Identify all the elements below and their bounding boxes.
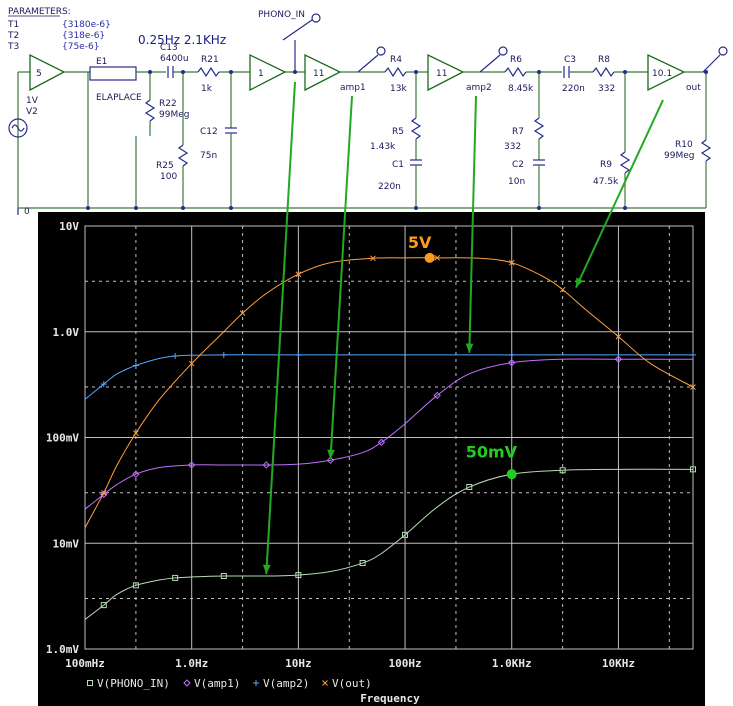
comp-name: R10 [675,140,693,150]
net-label: PHONO_IN [258,10,305,20]
comp-name: C2 [512,160,524,170]
param-value: {75e-6} [62,42,99,52]
y-tick-label: 10V [59,220,79,233]
gain-label: 1 [258,69,264,79]
probe-icon [311,13,321,23]
legend-entry: V(out) [332,677,372,690]
comp-name: R8 [598,55,610,65]
comp-value: 100 [160,172,177,182]
comp-value: 99Meg [159,110,189,120]
y-tick-label: 1.0mV [46,643,79,656]
comp-name: R22 [159,99,177,109]
comp-name: R4 [390,55,402,65]
laplace-name: E1 [96,57,107,67]
param-name: T1 [7,20,19,30]
param-value: {3180e-6} [62,20,111,30]
gain-label: 11 [313,69,324,79]
comp-value: 6400u [160,54,189,64]
comp-value: 75n [200,151,217,161]
x-tick-label: 10KHz [602,657,635,670]
source-name: V2 [26,107,38,117]
x-tick-label: 100Hz [388,657,421,670]
net-label: amp2 [466,83,492,93]
legend-entry: V(PHONO_IN) [97,677,170,690]
schematic: PARAMETERS: T1 {3180e-6} T2 {318e-6} T3 … [0,0,733,215]
comp-value: 13k [390,84,407,94]
comp-name: C1 [392,160,404,170]
probe-icon [718,46,728,56]
params-title: PARAMETERS: [8,7,71,17]
comp-name: C3 [564,55,576,65]
y-tick-label: 1.0V [53,326,80,339]
param-name: T3 [7,42,19,52]
x-tick-label: 1.0KHz [492,657,532,670]
comp-name: R5 [392,127,404,137]
x-tick-label: 10Hz [285,657,312,670]
comp-value: 220n [378,182,401,192]
gain-label: 5 [36,69,42,79]
amplifier-1 [249,53,287,92]
comp-name: C13 [160,43,178,53]
net-label: out [686,83,701,93]
param-value: {318e-6} [62,31,105,41]
legend-entry: V(amp1) [194,677,240,690]
hp-label: 0.25Hz 2.1KHz [138,33,226,47]
legend-entry: V(amp2) [263,677,309,690]
x-axis-label: Frequency [360,692,420,705]
comp-value: 332 [504,142,521,152]
x-tick-label: 1.0Hz [175,657,208,670]
gain-label: 10.1 [652,69,672,79]
source-value: 1V [26,96,39,106]
probe-icon [376,46,386,56]
bode-plot: 10V 1.0V 100mV 10mV 1.0mV 100mHz 1.0Hz 10Hz 100… [38,212,705,706]
comp-name: R7 [512,127,524,137]
comp-name: C12 [200,127,218,137]
comp-value: 8.45k [508,84,534,94]
comp-name: R21 [201,55,219,65]
x-tick-label: 100mHz [65,657,105,670]
gain-label: 11 [436,69,447,79]
comp-name: R6 [510,55,522,65]
comp-value: 1k [201,84,213,94]
comp-name: R9 [600,160,612,170]
plot-background [38,212,705,706]
comp-value: 10n [508,177,525,187]
laplace-type: ELAPLACE [96,93,142,103]
comp-value: 47.5k [593,177,619,187]
comp-value: 1.43k [370,142,396,152]
y-tick-label: 10mV [53,537,80,550]
net-label: amp1 [340,83,366,93]
comp-value: 332 [598,84,615,94]
y-tick-label: 100mV [46,432,79,445]
comp-value: 220n [562,84,585,94]
comp-value: 99Meg [664,151,694,161]
param-name: T2 [7,31,19,41]
probe-icon [498,46,508,56]
laplace-block [89,66,137,81]
comp-name: R25 [156,161,174,171]
